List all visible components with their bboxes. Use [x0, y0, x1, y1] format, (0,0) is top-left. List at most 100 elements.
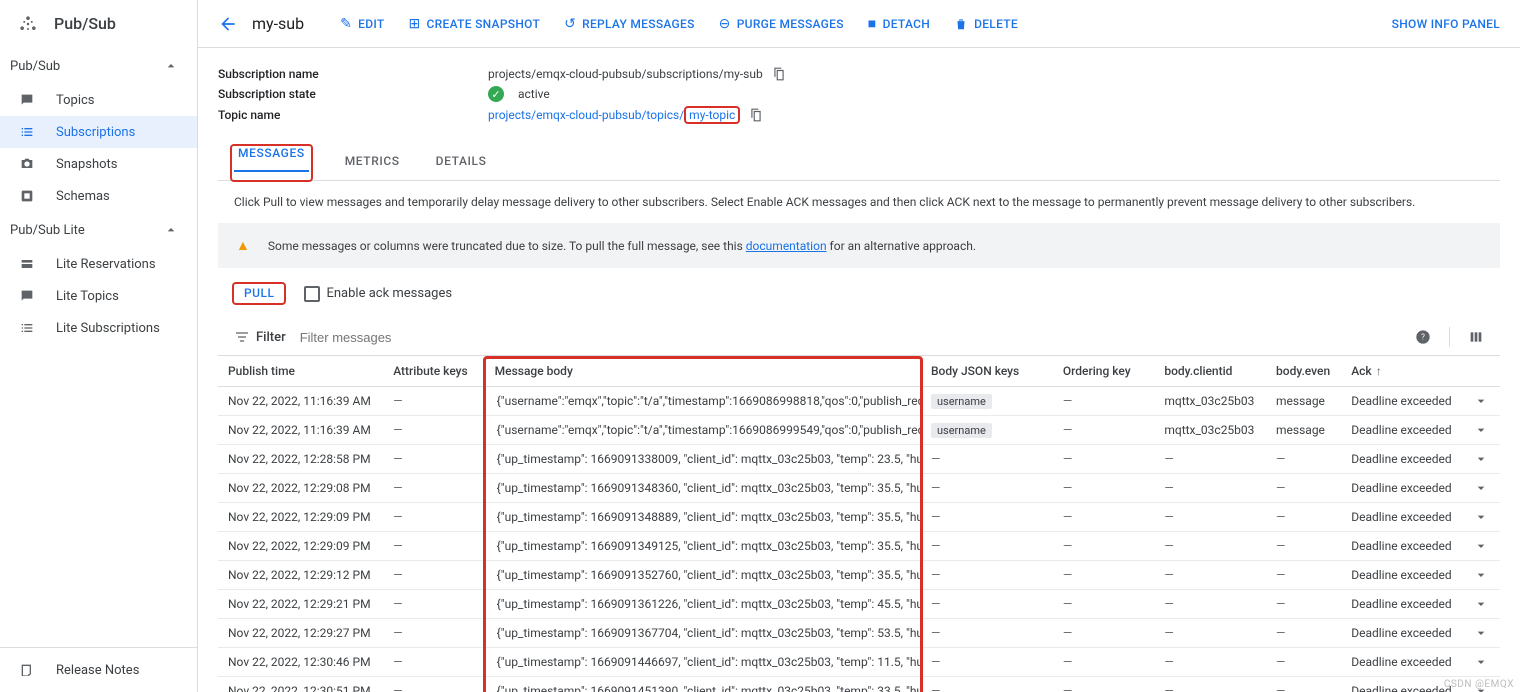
- expand-row[interactable]: [1463, 677, 1500, 692]
- table-row: Nov 22, 2022, 12:28:58 PM — {"up_timesta…: [218, 445, 1500, 474]
- pull-row: PULL Enable ack messages: [218, 268, 1500, 319]
- expand-row[interactable]: [1463, 590, 1500, 619]
- schema-icon: [18, 187, 36, 205]
- sidebar-item-lite-topics[interactable]: Lite Topics: [0, 280, 197, 312]
- help-icon[interactable]: ?: [1415, 329, 1431, 345]
- enable-ack-checkbox[interactable]: [304, 286, 320, 302]
- sidebar-item-label: Release Notes: [56, 663, 139, 678]
- table-row: Nov 22, 2022, 12:29:08 PM — {"up_timesta…: [218, 474, 1500, 503]
- sidebar-item-label: Lite Reservations: [56, 257, 156, 272]
- expand-row[interactable]: [1463, 416, 1500, 445]
- filter-row: Filter ?: [218, 319, 1500, 356]
- chevron-up-icon: [163, 58, 179, 74]
- sidebar-item-schemas[interactable]: Schemas: [0, 180, 197, 212]
- delete-button[interactable]: DELETE: [946, 11, 1026, 37]
- pull-button[interactable]: PULL: [240, 284, 278, 302]
- detach-icon: ■: [868, 15, 877, 32]
- sidebar-item-label: Snapshots: [56, 157, 118, 172]
- messages-table: Publish time Attribute keys Message body…: [218, 356, 1500, 692]
- truncate-banner: ▲ Some messages or columns were truncate…: [218, 223, 1500, 268]
- pencil-icon: ✎: [340, 16, 352, 32]
- copy-icon[interactable]: [748, 107, 764, 123]
- edit-button[interactable]: ✎EDIT: [332, 10, 392, 38]
- table-row: Nov 22, 2022, 12:30:51 PM — {"up_timesta…: [218, 677, 1500, 692]
- main: my-sub ✎EDIT ⊞CREATE SNAPSHOT ↺REPLAY ME…: [198, 0, 1520, 692]
- page-title: my-sub: [252, 14, 304, 33]
- col-json[interactable]: Body JSON keys: [921, 356, 1053, 387]
- json-key-chip: username: [931, 423, 992, 438]
- sidebar-group-title[interactable]: Pub/Sub Lite: [0, 212, 197, 248]
- tabs: MESSAGES METRICS DETAILS: [218, 144, 1500, 181]
- sidebar-item-label: Lite Subscriptions: [56, 321, 160, 336]
- expand-row[interactable]: [1463, 503, 1500, 532]
- columns-icon[interactable]: [1468, 329, 1484, 345]
- expand-row[interactable]: [1463, 561, 1500, 590]
- table-row: Nov 22, 2022, 11:16:39 AM — {"username":…: [218, 416, 1500, 445]
- chat-icon: [18, 287, 36, 305]
- table-header-row: Publish time Attribute keys Message body…: [218, 356, 1500, 387]
- show-info-panel-button[interactable]: SHOW INFO PANEL: [1392, 17, 1500, 31]
- documentation-link[interactable]: documentation: [746, 239, 827, 253]
- enable-ack-label[interactable]: Enable ack messages: [304, 286, 452, 302]
- sidebar-group-title[interactable]: Pub/Sub: [0, 48, 197, 84]
- table-row: Nov 22, 2022, 12:29:27 PM — {"up_timesta…: [218, 619, 1500, 648]
- highlight-pull-button: PULL: [232, 282, 286, 305]
- release-icon: [18, 661, 36, 679]
- replay-icon: ↺: [564, 16, 576, 32]
- highlight-topic-suffix: my-topic: [684, 106, 740, 124]
- col-body[interactable]: Message body: [485, 356, 921, 387]
- col-publish[interactable]: Publish time: [218, 356, 383, 387]
- table-row: Nov 22, 2022, 12:29:12 PM — {"up_timesta…: [218, 561, 1500, 590]
- list-icon: [18, 319, 36, 337]
- detail-state: Subscription state ✓ active: [218, 84, 1500, 104]
- pubsub-logo-icon: [16, 12, 40, 36]
- sidebar-item-lite-reservations[interactable]: Lite Reservations: [0, 248, 197, 280]
- sidebar-item-subscriptions[interactable]: Subscriptions: [0, 116, 197, 148]
- create-snapshot-button[interactable]: ⊞CREATE SNAPSHOT: [400, 10, 548, 38]
- detail-topic: Topic name projects/emqx-cloud-pubsub/to…: [218, 104, 1500, 126]
- replay-messages-button[interactable]: ↺REPLAY MESSAGES: [556, 10, 703, 38]
- list-icon: [18, 123, 36, 141]
- expand-row[interactable]: [1463, 474, 1500, 503]
- expand-row[interactable]: [1463, 532, 1500, 561]
- filter-input[interactable]: [298, 329, 1403, 346]
- tab-metrics[interactable]: METRICS: [341, 144, 404, 180]
- status-check-icon: ✓: [488, 86, 504, 102]
- expand-row[interactable]: [1463, 445, 1500, 474]
- sidebar-item-snapshots[interactable]: Snapshots: [0, 148, 197, 180]
- col-even[interactable]: body.even: [1266, 356, 1341, 387]
- expand-row[interactable]: [1463, 619, 1500, 648]
- expand-row[interactable]: [1463, 648, 1500, 677]
- sidebar-item-release-notes[interactable]: Release Notes: [0, 648, 197, 692]
- purge-messages-button[interactable]: ⊖PURGE MESSAGES: [711, 10, 852, 38]
- tab-details[interactable]: DETAILS: [432, 144, 491, 180]
- table-row: Nov 22, 2022, 12:30:46 PM — {"up_timesta…: [218, 648, 1500, 677]
- col-clientid[interactable]: body.clientid: [1154, 356, 1266, 387]
- sidebar-footer: Release Notes: [0, 647, 197, 692]
- tab-messages[interactable]: MESSAGES: [234, 136, 309, 172]
- snapshot-icon: [18, 155, 36, 173]
- detach-button[interactable]: ■DETACH: [860, 9, 938, 38]
- content: Subscription name projects/emqx-cloud-pu…: [198, 48, 1520, 692]
- highlight-tab-messages: MESSAGES: [230, 144, 313, 182]
- col-attr[interactable]: Attribute keys: [383, 356, 484, 387]
- trash-icon: [954, 17, 968, 31]
- sidebar-item-lite-subscriptions[interactable]: Lite Subscriptions: [0, 312, 197, 344]
- chat-icon: [18, 91, 36, 109]
- topbar: my-sub ✎EDIT ⊞CREATE SNAPSHOT ↺REPLAY ME…: [198, 0, 1520, 48]
- col-ordering[interactable]: Ordering key: [1053, 356, 1154, 387]
- topic-link[interactable]: projects/emqx-cloud-pubsub/topics/my-top…: [488, 108, 740, 122]
- svg-text:?: ?: [1421, 333, 1425, 342]
- table-row: Nov 22, 2022, 11:16:39 AM — {"username":…: [218, 387, 1500, 416]
- reservation-icon: [18, 255, 36, 273]
- sub-name-value: projects/emqx-cloud-pubsub/subscriptions…: [488, 67, 763, 81]
- sidebar-item-topics[interactable]: Topics: [0, 84, 197, 116]
- state-value: active: [518, 87, 550, 101]
- back-button[interactable]: [218, 14, 238, 34]
- expand-row[interactable]: [1463, 387, 1500, 416]
- col-ack[interactable]: Ack↑: [1341, 356, 1463, 387]
- table-row: Nov 22, 2022, 12:29:09 PM — {"up_timesta…: [218, 532, 1500, 561]
- copy-icon[interactable]: [771, 66, 787, 82]
- col-expand: [1463, 356, 1500, 387]
- filter-button[interactable]: Filter: [234, 329, 286, 345]
